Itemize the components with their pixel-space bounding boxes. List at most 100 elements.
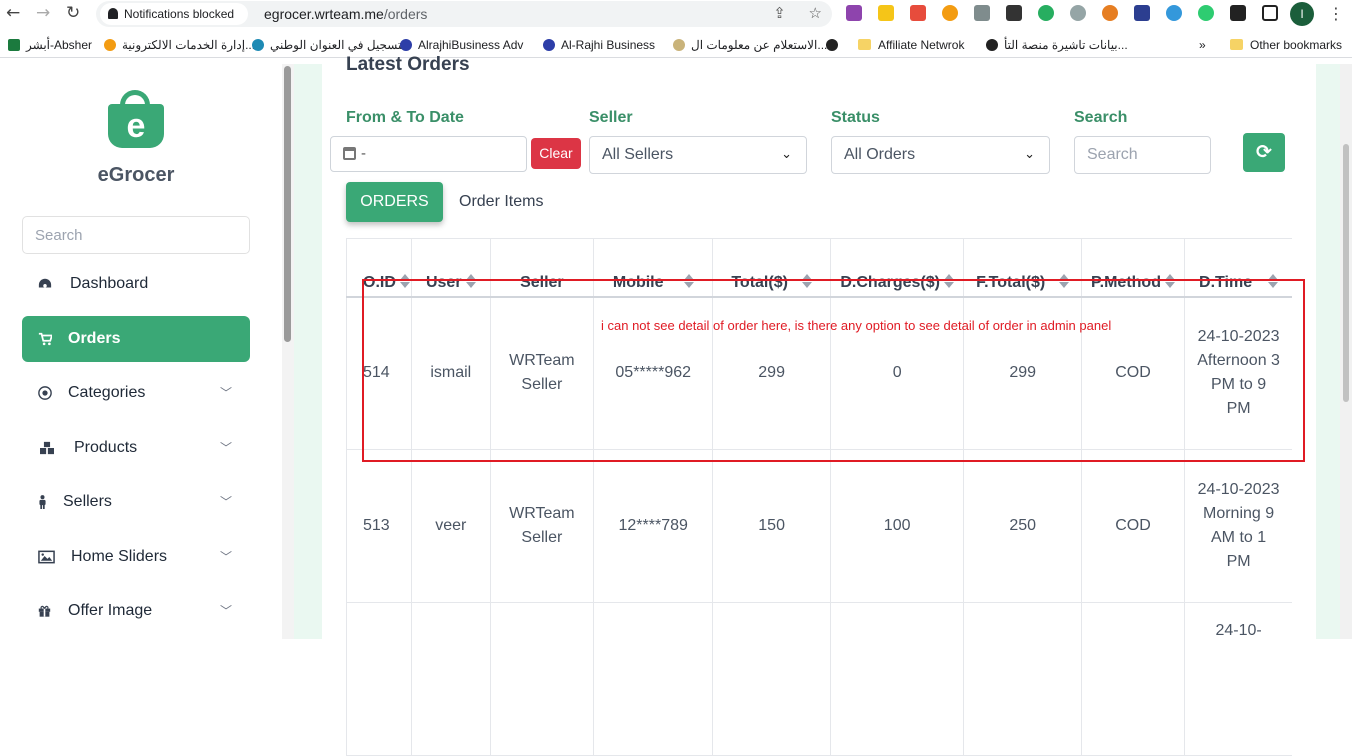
folder-icon xyxy=(1230,39,1243,50)
status-select[interactable]: All Orders ⌄ xyxy=(831,136,1050,174)
cart-icon xyxy=(38,332,52,346)
sidebar-item-offer-image[interactable]: Offer Image ﹀ xyxy=(22,588,250,634)
page-title: Latest Orders xyxy=(346,54,470,75)
bookmarks-bar: أبشر-Absher إدارة الخدمات الالكترونية...… xyxy=(0,32,1352,58)
final-total-cell: 250 xyxy=(963,449,1082,603)
image-icon xyxy=(38,550,55,564)
orders-search-input[interactable] xyxy=(1074,136,1211,174)
bookmark-item[interactable]: التسجيل في العنوان الوطني xyxy=(252,37,409,53)
extension-icon[interactable] xyxy=(1198,5,1214,21)
reload-icon[interactable]: ↻ xyxy=(66,3,80,23)
share-icon[interactable]: ⇪ xyxy=(773,4,786,22)
date-range-value: - xyxy=(361,145,366,162)
payment-method-cell xyxy=(1080,602,1185,756)
bell-icon xyxy=(108,8,118,19)
table-row[interactable]: 24-10- xyxy=(346,602,1292,756)
tab-orders[interactable]: ORDERS xyxy=(346,182,443,222)
seller-cell xyxy=(489,602,594,756)
refresh-icon: ⟳ xyxy=(1256,141,1272,163)
bookmark-item[interactable] xyxy=(826,37,844,53)
seller-select[interactable]: All Sellers ⌄ xyxy=(589,136,807,174)
sidebar: e eGrocer Dashboard Orders Categories ﹀ … xyxy=(0,64,282,639)
extension-icon[interactable] xyxy=(846,5,862,21)
bookmark-favicon-icon xyxy=(252,39,264,51)
products-icon xyxy=(40,441,54,455)
chevron-down-icon: ﹀ xyxy=(219,604,232,618)
sidebar-item-orders[interactable]: Orders xyxy=(22,316,250,362)
extension-icon[interactable] xyxy=(1134,5,1150,21)
extension-icon[interactable] xyxy=(910,5,926,21)
refresh-button[interactable]: ⟳ xyxy=(1243,133,1285,172)
sidebar-item-products[interactable]: Products ﹀ xyxy=(22,425,250,471)
order-id-cell: 513 xyxy=(346,449,412,603)
browser-toolbar: ← → ↻ Notifications blocked egrocer.wrte… xyxy=(0,0,1352,28)
sidebar-item-dashboard[interactable]: Dashboard xyxy=(22,261,250,307)
table-row[interactable]: 513 veer WRTeam Seller 12****789 150 100… xyxy=(346,449,1292,603)
bookmark-item[interactable]: الاستعلام عن معلومات ال... xyxy=(673,37,827,53)
bookmark-item[interactable]: Affiliate Netwrok xyxy=(858,37,964,53)
extension-icon[interactable] xyxy=(1038,5,1054,21)
sellers-icon xyxy=(39,495,46,509)
egrocer-logo: e xyxy=(106,90,166,150)
star-icon[interactable]: ☆ xyxy=(809,4,822,22)
mobile-cell xyxy=(592,602,713,756)
url-text[interactable]: egrocer.wrteam.me/orders xyxy=(264,1,427,27)
categories-icon xyxy=(38,386,52,400)
puzzle-icon[interactable] xyxy=(1230,5,1246,21)
extension-icon[interactable] xyxy=(1166,5,1182,21)
bookmark-item[interactable]: إدارة الخدمات الالكترونية... xyxy=(104,37,255,53)
chevron-down-icon: ⌄ xyxy=(781,147,792,162)
extension-icon[interactable] xyxy=(878,5,894,21)
side-panel-icon[interactable] xyxy=(1262,5,1278,21)
extension-icon[interactable] xyxy=(1006,5,1022,21)
mobile-cell: 12****789 xyxy=(592,449,713,603)
url-path: /orders xyxy=(383,6,428,22)
annotation-text: i can not see detail of order here, is t… xyxy=(601,318,1112,333)
seller-select-value: All Sellers xyxy=(602,146,674,163)
back-icon[interactable]: ← xyxy=(6,3,20,23)
user-cell: veer xyxy=(410,449,491,603)
page-scrollbar-thumb[interactable] xyxy=(1343,144,1349,402)
delivery-charges-cell: 100 xyxy=(829,449,964,603)
chevron-down-icon: ﹀ xyxy=(219,441,232,455)
bookmark-item[interactable]: AlrajhiBusiness Adv xyxy=(400,37,523,53)
extension-icon[interactable] xyxy=(1070,5,1086,21)
date-range-input[interactable]: - xyxy=(330,136,527,172)
page-gutter xyxy=(1316,64,1340,639)
bookmark-favicon-icon xyxy=(543,39,555,51)
notifications-blocked-chip[interactable]: Notifications blocked xyxy=(100,3,248,25)
sidebar-item-sellers[interactable]: Sellers ﹀ xyxy=(22,479,250,525)
extension-icon[interactable] xyxy=(1102,5,1118,21)
other-bookmarks[interactable]: Other bookmarks xyxy=(1230,37,1342,53)
bookmark-item[interactable]: أبشر-Absher xyxy=(8,37,92,53)
clear-date-button[interactable]: Clear xyxy=(531,138,581,169)
chevron-down-icon: ﹀ xyxy=(219,386,232,400)
gift-icon xyxy=(38,605,51,617)
bookmark-item[interactable]: Al-Rajhi Business xyxy=(543,37,655,53)
bookmark-item[interactable]: بيانات تاشيرة منصة التأ... xyxy=(986,37,1128,53)
forward-icon[interactable]: → xyxy=(36,3,50,23)
delivery-time-cell: 24-10-2023 Morning 9 AM to 1 PM xyxy=(1184,449,1292,603)
date-filter-label: From & To Date xyxy=(346,109,464,126)
dashboard-icon xyxy=(38,278,52,288)
bookmark-favicon-icon xyxy=(400,39,412,51)
total-cell: 150 xyxy=(712,449,831,603)
final-total-cell xyxy=(963,602,1082,756)
url-host: egrocer.wrteam.me xyxy=(264,6,384,22)
seller-cell: WRTeam Seller xyxy=(489,449,594,603)
sidebar-search-input[interactable] xyxy=(22,216,250,254)
sidebar-item-categories[interactable]: Categories ﹀ xyxy=(22,370,250,416)
tab-order-items[interactable]: Order Items xyxy=(459,182,543,222)
globe-icon xyxy=(986,39,998,51)
delivery-time-cell: 24-10- xyxy=(1184,602,1292,756)
sidebar-item-home-sliders[interactable]: Home Sliders ﹀ xyxy=(22,534,250,580)
more-bookmarks-button[interactable]: » xyxy=(1199,37,1206,53)
user-cell xyxy=(410,602,491,756)
address-bar[interactable]: Notifications blocked egrocer.wrteam.me/… xyxy=(96,1,832,27)
extension-icon[interactable] xyxy=(974,5,990,21)
chevron-down-icon: ⌄ xyxy=(1024,147,1035,162)
profile-avatar[interactable]: I xyxy=(1290,2,1314,26)
sidebar-scrollbar-thumb[interactable] xyxy=(284,66,291,342)
extension-icon[interactable] xyxy=(942,5,958,21)
menu-icon[interactable]: ⋮ xyxy=(1328,4,1344,23)
